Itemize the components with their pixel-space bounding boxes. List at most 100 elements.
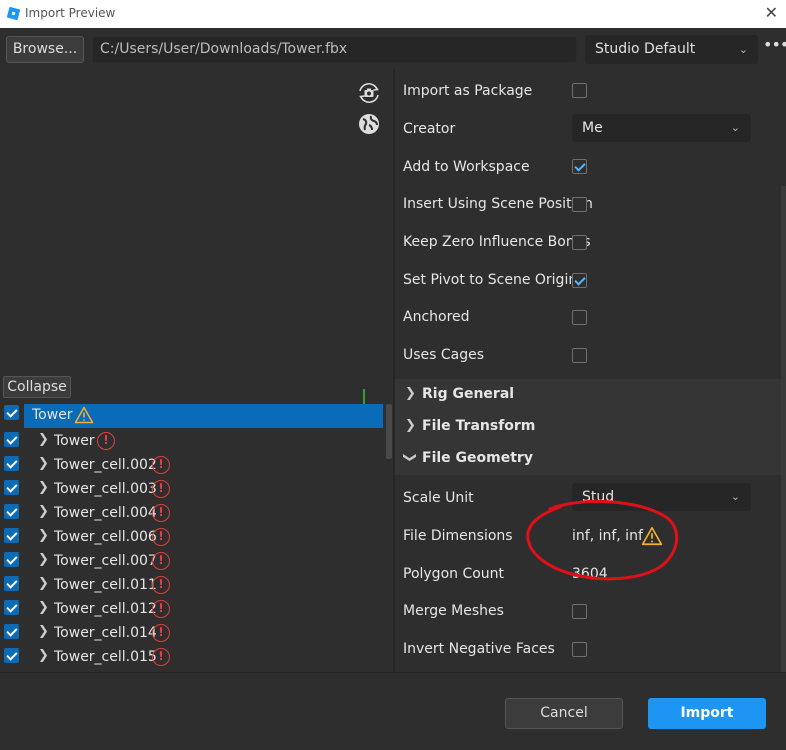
chevron-right-icon: ❯ [405, 386, 416, 401]
uses-cages-checkbox[interactable] [572, 348, 587, 363]
close-icon[interactable]: ✕ [765, 3, 778, 22]
invert-negative-faces-label: Invert Negative Faces [403, 641, 555, 657]
tree-row[interactable]: ❯ Tower_cell.003 ! [0, 476, 385, 500]
tree-row[interactable]: ❯ Tower_cell.014 ! [0, 620, 385, 644]
tree-row-checkbox[interactable] [4, 456, 19, 471]
chevron-right-icon[interactable]: ❯ [38, 576, 49, 591]
error-icon: ! [152, 648, 170, 666]
tree-row-checkbox[interactable] [4, 432, 19, 447]
creator-select[interactable]: Me ⌄ [572, 114, 751, 142]
chevron-right-icon[interactable]: ❯ [38, 504, 49, 519]
merge-meshes-label: Merge Meshes [403, 603, 504, 619]
error-icon: ! [152, 600, 170, 618]
chevron-right-icon[interactable]: ❯ [38, 648, 49, 663]
anchored-checkbox[interactable] [572, 310, 587, 325]
insert-using-scene-position-checkbox[interactable] [572, 197, 587, 212]
footer: Cancel Import [0, 672, 786, 750]
set-pivot-to-scene-origin-checkbox[interactable] [572, 273, 587, 288]
hierarchy-tree: Tower ❯ Tower ! ❯ Tower_cell.002 ! ❯ Tow… [0, 404, 385, 672]
section-title: File Geometry [422, 450, 533, 466]
tree-row-checkbox[interactable] [4, 528, 19, 543]
tree-row-label: Tower_cell.003 [54, 481, 157, 497]
section-rig-general[interactable]: ❯ Rig General [395, 379, 786, 411]
scale-unit-label: Scale Unit [403, 490, 474, 506]
chevron-right-icon[interactable]: ❯ [38, 432, 49, 447]
cancel-button[interactable]: Cancel [505, 698, 623, 729]
tree-row[interactable]: ❯ Tower_cell.002 ! [0, 452, 385, 476]
tree-row[interactable]: ❯ Tower ! [0, 428, 385, 452]
globe-icon[interactable] [356, 111, 382, 137]
merge-meshes-checkbox[interactable] [572, 604, 587, 619]
preset-select[interactable]: Studio Default ⌄ [585, 35, 758, 64]
section-title: File Transform [422, 418, 536, 434]
tree-row-checkbox[interactable] [4, 405, 19, 420]
chevron-right-icon[interactable]: ❯ [38, 624, 49, 639]
chevron-right-icon[interactable]: ❯ [38, 456, 49, 471]
tree-row-checkbox[interactable] [4, 648, 19, 663]
toolbar: Browse... C:/Users/User/Downloads/Tower.… [0, 28, 786, 70]
chevron-right-icon[interactable]: ❯ [38, 600, 49, 615]
tree-row[interactable]: ❯ Tower_cell.007 ! [0, 548, 385, 572]
tree-row[interactable]: Tower [0, 404, 385, 428]
tree-row-checkbox[interactable] [4, 600, 19, 615]
chevron-right-icon[interactable]: ❯ [38, 552, 49, 567]
tree-row-label: Tower_cell.004 [54, 505, 157, 521]
import-as-package-checkbox[interactable] [572, 83, 587, 98]
uses-cages-label: Uses Cages [403, 347, 485, 363]
tree-row-checkbox[interactable] [4, 552, 19, 567]
window-title: Import Preview [25, 6, 116, 20]
tree-row-label: Tower_cell.012 [54, 601, 157, 617]
section-file-geometry[interactable]: ❯ File Geometry [395, 443, 786, 475]
tree-row-label: Tower [54, 433, 95, 449]
more-options-icon[interactable]: ••• [763, 37, 786, 59]
preview-viewport[interactable] [0, 70, 393, 415]
tree-row-checkbox[interactable] [4, 504, 19, 519]
import-button[interactable]: Import [648, 698, 766, 729]
file-path-field[interactable]: C:/Users/User/Downloads/Tower.fbx [92, 36, 577, 63]
tree-row[interactable]: ❯ Tower_cell.012 ! [0, 596, 385, 620]
creator-value: Me [582, 120, 603, 136]
set-pivot-to-scene-origin-label: Set Pivot to Scene Origin [403, 272, 578, 288]
creator-label: Creator [403, 121, 456, 137]
polygon-count-label: Polygon Count [403, 566, 505, 582]
tree-row-checkbox[interactable] [4, 576, 19, 591]
tree-row-label: Tower_cell.007 [54, 553, 157, 569]
browse-button[interactable]: Browse... [6, 36, 84, 63]
chevron-down-icon: ⌄ [738, 43, 748, 56]
section-file-transform[interactable]: ❯ File Transform [395, 411, 786, 443]
properties-scrollbar[interactable] [781, 186, 786, 672]
tree-row-label: Tower_cell.014 [54, 625, 157, 641]
anchored-label: Anchored [403, 309, 470, 325]
keep-zero-influence-bones-checkbox[interactable] [572, 235, 587, 250]
error-icon: ! [152, 456, 170, 474]
tree-row-label: Tower [32, 407, 73, 423]
insert-using-scene-position-label: Insert Using Scene Position [403, 196, 593, 212]
tree-row-checkbox[interactable] [4, 480, 19, 495]
error-icon: ! [152, 552, 170, 570]
collapse-button[interactable]: Collapse [3, 376, 71, 398]
error-icon: ! [152, 480, 170, 498]
tree-row[interactable]: ❯ Tower_cell.006 ! [0, 524, 385, 548]
tree-scrollbar[interactable] [385, 404, 393, 672]
chevron-right-icon[interactable]: ❯ [38, 528, 49, 543]
tree-row[interactable]: ❯ Tower_cell.015 ! [0, 644, 385, 668]
add-to-workspace-checkbox[interactable] [572, 159, 587, 174]
error-icon: ! [97, 432, 115, 450]
chevron-right-icon: ❯ [405, 418, 416, 433]
annotation-circle-icon [526, 499, 679, 581]
tree-row-label: Tower_cell.015 [54, 649, 157, 665]
roblox-studio-logo-icon [7, 7, 20, 20]
rotate-camera-icon[interactable] [356, 80, 382, 106]
tree-row[interactable]: ❯ Tower_cell.004 ! [0, 500, 385, 524]
tree-row-checkbox[interactable] [4, 624, 19, 639]
preset-value: Studio Default [595, 41, 696, 57]
invert-negative-faces-checkbox[interactable] [572, 642, 587, 657]
keep-zero-influence-bones-label: Keep Zero Influence Bones [403, 234, 591, 250]
chevron-down-icon: ⌄ [730, 490, 740, 503]
chevron-right-icon[interactable]: ❯ [38, 480, 49, 495]
tree-row[interactable]: ❯ Tower_cell.011 ! [0, 572, 385, 596]
tree-scrollbar-thumb[interactable] [386, 404, 392, 459]
error-icon: ! [152, 504, 170, 522]
error-icon: ! [152, 624, 170, 642]
tree-row-label: Tower_cell.002 [54, 457, 157, 473]
